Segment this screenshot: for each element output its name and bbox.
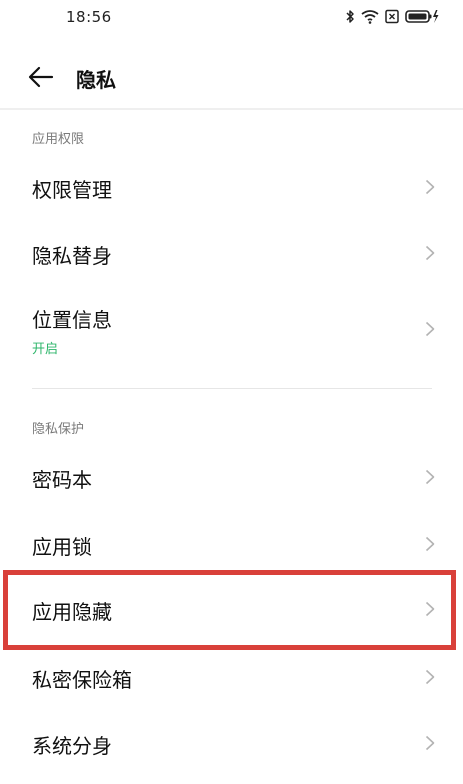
item-label: 系统分身 [32,734,112,758]
list-item-app-hide[interactable]: 应用隐藏 [0,578,463,642]
section-divider [32,388,432,389]
wifi-icon [361,9,379,24]
item-label: 位置信息 [32,308,112,332]
chevron-right-icon [425,179,435,195]
item-label: 权限管理 [32,178,112,202]
bluetooth-icon [346,9,355,24]
item-label: 私密保险箱 [32,668,132,692]
item-label: 密码本 [32,468,92,492]
status-time: 18:56 [66,8,112,26]
section-header-privacy-protection: 隐私保护 [32,422,85,437]
list-item-privacy-substitute[interactable]: 隐私替身 [0,222,463,286]
chevron-right-icon [425,601,435,617]
list-item-permission-management[interactable]: 权限管理 [0,156,463,220]
item-label: 应用隐藏 [32,600,112,624]
item-label: 应用锁 [32,535,92,559]
back-arrow-icon[interactable] [26,64,56,90]
location-status: 开启 [32,342,59,357]
list-item-system-clone[interactable]: 系统分身 [0,712,463,776]
header-divider [0,108,463,110]
list-item-app-lock[interactable]: 应用锁 [0,513,463,577]
section-header-app-permissions: 应用权限 [32,132,85,147]
chevron-right-icon [425,321,435,337]
app-header: 隐私 [0,48,463,106]
status-bar: 18:56 [0,0,463,36]
page-title: 隐私 [76,68,116,92]
chevron-right-icon [425,469,435,485]
list-item-location[interactable]: 位置信息 开启 [0,290,463,372]
chevron-right-icon [425,735,435,751]
list-item-private-safe[interactable]: 私密保险箱 [0,646,463,710]
status-icons [346,9,439,24]
sim-card-icon [385,9,399,24]
chevron-right-icon [425,669,435,685]
chevron-right-icon [425,536,435,552]
chevron-right-icon [425,245,435,261]
battery-charging-icon [405,9,439,24]
item-label: 隐私替身 [32,244,112,268]
list-item-password-book[interactable]: 密码本 [0,446,463,510]
